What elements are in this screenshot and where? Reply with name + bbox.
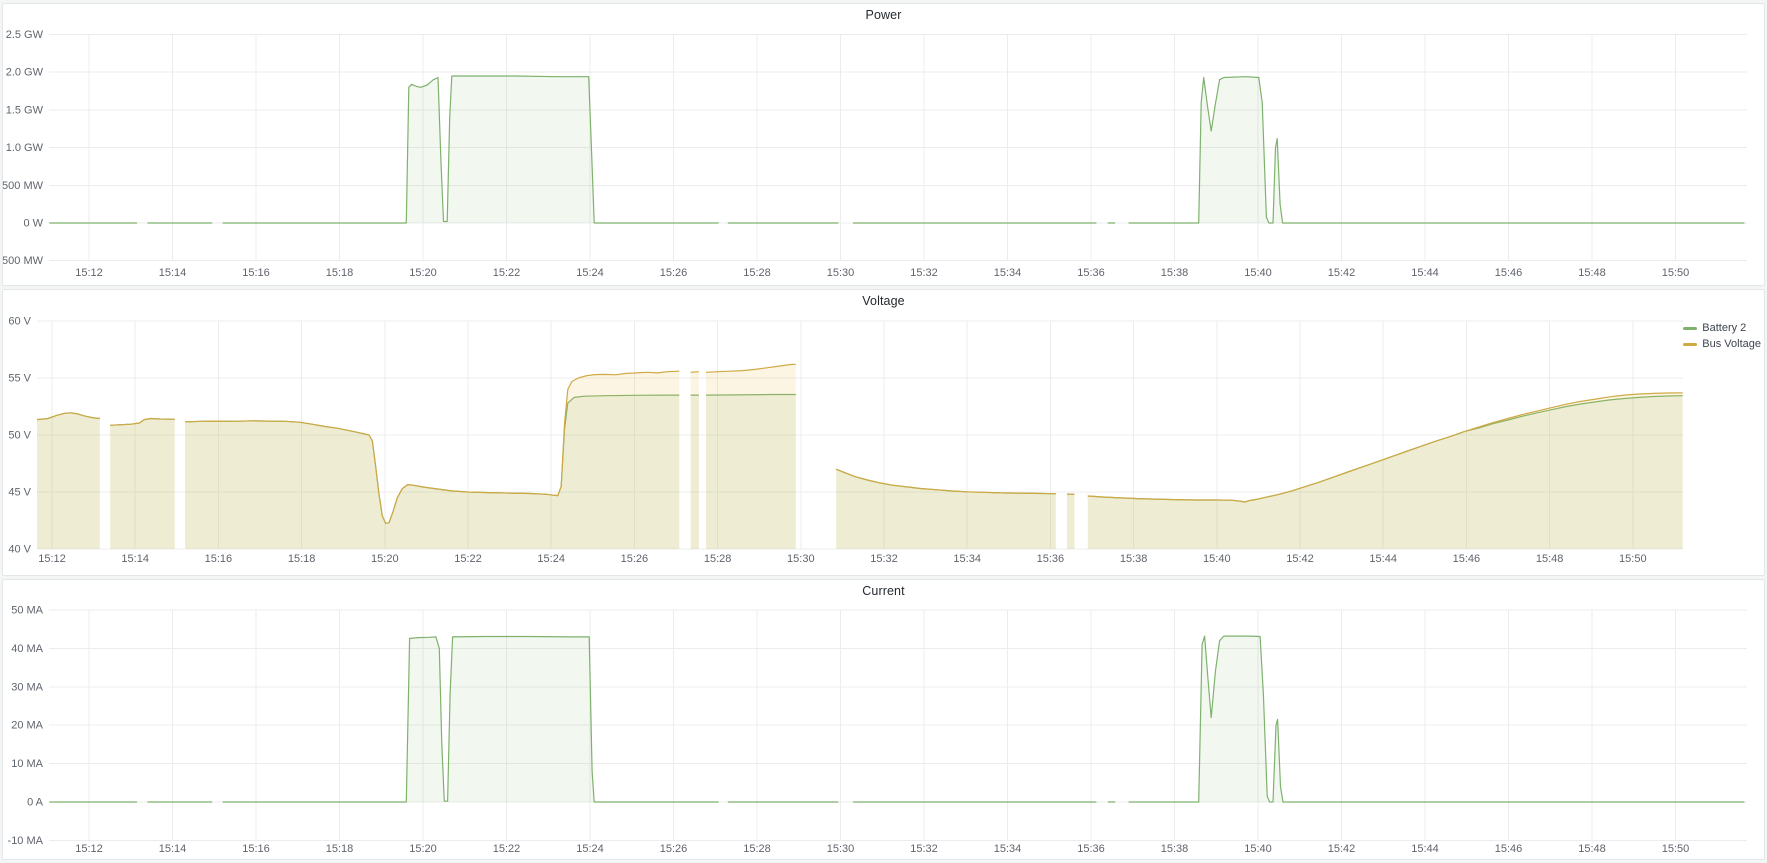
x-tick-label: 15:48 xyxy=(1578,843,1606,855)
x-tick-label: 15:26 xyxy=(660,267,688,279)
x-tick-label: 15:40 xyxy=(1203,553,1231,565)
x-tick-label: 15:26 xyxy=(660,843,688,855)
y-tick-label: 60 V xyxy=(8,316,31,328)
x-tick-label: 15:42 xyxy=(1328,843,1356,855)
voltage-panel: Voltage 60 V55 V50 V45 V40 V15:1215:1415… xyxy=(2,289,1765,576)
x-tick-label: 15:20 xyxy=(371,553,399,565)
power-panel: Power 2.5 GW2.0 GW1.5 GW1.0 GW500 MW0 W-… xyxy=(2,3,1765,286)
legend-label-battery-2: Battery 2 xyxy=(1702,321,1746,336)
x-tick-label: 15:46 xyxy=(1495,267,1523,279)
voltage-legend: Battery 2 Bus Voltage xyxy=(1683,321,1761,352)
x-tick-label: 15:28 xyxy=(743,267,771,279)
legend-label-bus-voltage: Bus Voltage xyxy=(1702,337,1761,352)
x-tick-label: 15:26 xyxy=(621,553,649,565)
x-tick-label: 15:22 xyxy=(493,267,521,279)
voltage-chart-plot[interactable]: 60 V 55 V 50 V 45 V 40 V 15:12 15:14 15:16 15:18… xyxy=(3,290,1766,577)
y-tick-label: 2.0 GW xyxy=(6,67,44,79)
y-tick-label: 55 V xyxy=(8,373,31,385)
x-tick-label: 15:48 xyxy=(1578,267,1606,279)
x-tick-label: 15:22 xyxy=(493,843,521,855)
x-tick-label: 15:42 xyxy=(1328,267,1356,279)
bus-voltage-area xyxy=(37,364,1683,549)
y-tick-label: 1.5 GW xyxy=(6,104,44,116)
y-tick-label: 2.5 GW xyxy=(6,29,44,41)
x-tick-label: 15:36 xyxy=(1077,843,1105,855)
x-tick-label: 15:28 xyxy=(743,843,771,855)
x-tick-label: 15:12 xyxy=(75,267,103,279)
y-tick-label: 20 MA xyxy=(11,720,43,732)
x-tick-label: 15:20 xyxy=(409,267,437,279)
y-tick-label: -10 MA xyxy=(8,835,44,847)
x-tick-label: 15:24 xyxy=(576,843,604,855)
grafana-dashboard: { "colors": { "page_background": "#f4f5f… xyxy=(0,0,1767,863)
x-tick-label: 15:18 xyxy=(288,553,316,565)
y-tick-label: -500 MW xyxy=(3,255,44,267)
x-tick-label: 15:42 xyxy=(1286,553,1314,565)
battery-2-series-color-icon xyxy=(1683,327,1697,330)
x-tick-label: 15:38 xyxy=(1161,267,1189,279)
x-tick-label: 15:34 xyxy=(994,843,1022,855)
x-tick-label: 15:40 xyxy=(1244,267,1272,279)
y-tick-label: 45 V xyxy=(8,487,31,499)
x-tick-label: 15:12 xyxy=(38,553,66,565)
x-tick-label: 15:34 xyxy=(953,553,981,565)
x-tick-label: 15:46 xyxy=(1453,553,1481,565)
x-tick-label: 15:16 xyxy=(242,843,270,855)
x-tick-label: 15:34 xyxy=(994,267,1022,279)
y-tick-label: 0 A xyxy=(27,797,44,809)
x-tick-label: 15:12 xyxy=(75,843,103,855)
x-tick-label: 15:32 xyxy=(870,553,898,565)
x-tick-label: 15:36 xyxy=(1037,553,1065,565)
x-tick-label: 15:16 xyxy=(242,267,270,279)
current-chart-plot[interactable]: 50 MA 40 MA 30 MA 20 MA 10 MA 0 A -10 MA 15:12 1… xyxy=(3,580,1766,861)
power-series-line xyxy=(49,76,1744,223)
x-tick-label: 15:32 xyxy=(910,267,938,279)
y-tick-label: 0 W xyxy=(23,218,43,230)
x-tick-label: 15:46 xyxy=(1495,843,1523,855)
current-series-area xyxy=(49,636,1744,802)
legend-item-bus-voltage[interactable]: Bus Voltage xyxy=(1683,337,1761,352)
x-tick-label: 15:38 xyxy=(1120,553,1148,565)
x-tick-label: 15:32 xyxy=(910,843,938,855)
current-panel: Current 50 MA40 MA30 MA20 MA10 MA0 A-10 … xyxy=(2,579,1765,860)
bus-voltage-series-color-icon xyxy=(1683,343,1697,346)
current-series-line xyxy=(49,636,1744,802)
y-tick-label: 1.0 GW xyxy=(6,142,44,154)
x-tick-label: 15:44 xyxy=(1411,267,1439,279)
x-tick-label: 15:24 xyxy=(576,267,604,279)
y-tick-label: 10 MA xyxy=(11,758,43,770)
x-tick-label: 15:14 xyxy=(121,553,149,565)
y-tick-label: 40 V xyxy=(8,544,31,556)
x-tick-label: 15:44 xyxy=(1369,553,1397,565)
y-tick-label: 500 MW xyxy=(3,180,44,192)
x-tick-label: 15:24 xyxy=(537,553,565,565)
y-tick-label: 50 MA xyxy=(11,605,43,617)
x-tick-label: 15:38 xyxy=(1161,843,1189,855)
x-tick-label: 15:50 xyxy=(1662,267,1690,279)
x-tick-label: 15:30 xyxy=(787,553,815,565)
x-tick-label: 15:30 xyxy=(827,843,855,855)
power-chart-plot[interactable]: 2.5 GW 2.0 GW 1.5 GW 1.0 GW 500 MW 0 W -500 MW… xyxy=(3,4,1766,287)
x-tick-label: 15:30 xyxy=(827,267,855,279)
x-tick-label: 15:22 xyxy=(454,553,482,565)
x-tick-label: 15:28 xyxy=(704,553,732,565)
y-tick-label: 50 V xyxy=(8,430,31,442)
x-tick-label: 15:36 xyxy=(1077,267,1105,279)
x-tick-label: 15:14 xyxy=(159,843,187,855)
y-tick-label: 30 MA xyxy=(11,681,43,693)
power-series-area xyxy=(49,76,1744,223)
x-tick-label: 15:40 xyxy=(1244,843,1272,855)
x-tick-label: 15:18 xyxy=(326,843,354,855)
legend-item-battery-2[interactable]: Battery 2 xyxy=(1683,321,1761,336)
y-tick-label: 40 MA xyxy=(11,643,43,655)
x-tick-label: 15:20 xyxy=(409,843,437,855)
x-tick-label: 15:18 xyxy=(326,267,354,279)
x-tick-label: 15:50 xyxy=(1619,553,1647,565)
x-tick-label: 15:44 xyxy=(1411,843,1439,855)
x-tick-label: 15:50 xyxy=(1662,843,1690,855)
x-tick-label: 15:48 xyxy=(1536,553,1564,565)
x-tick-label: 15:16 xyxy=(205,553,233,565)
x-tick-label: 15:14 xyxy=(159,267,187,279)
